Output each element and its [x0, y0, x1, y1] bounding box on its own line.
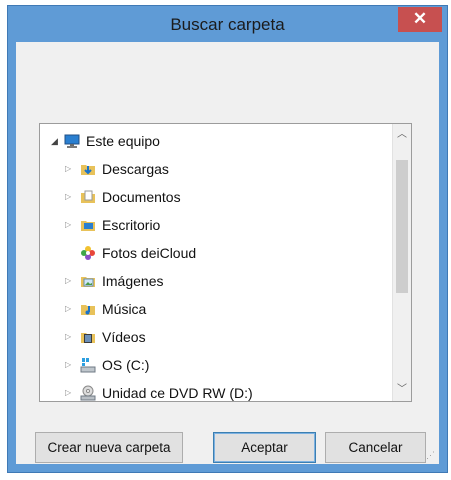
cancel-button[interactable]: Cancelar: [325, 432, 426, 463]
tree-item-label: Unidad ce DVD RW (D:): [102, 385, 253, 401]
pictures-folder-icon: [81, 277, 95, 287]
resize-grip-icon[interactable]: ⋰: [426, 450, 435, 461]
expand-arrow-icon[interactable]: ▷: [65, 155, 71, 183]
tree-root-label: Este equipo: [86, 133, 160, 149]
expand-arrow-icon[interactable]: ▷: [65, 183, 71, 211]
scroll-up-arrow-icon[interactable]: ︿: [393, 126, 411, 144]
new-folder-button[interactable]: Crear nueva carpeta: [35, 432, 183, 463]
dvd-drive-icon: [80, 385, 96, 401]
expand-arrow-icon[interactable]: ▷: [65, 295, 71, 323]
dialog-window: Buscar carpeta ✕ ◢ Este equipo ▷ Descarg…: [7, 5, 448, 473]
expand-arrow-icon[interactable]: ▷: [65, 211, 71, 239]
icloud-photos-icon: [81, 246, 95, 260]
expand-arrow-icon[interactable]: ▷: [65, 267, 71, 295]
tree-scrollbar[interactable]: ︿ ﹀: [392, 124, 411, 401]
desktop-folder-icon: [81, 221, 95, 231]
folder-tree[interactable]: ◢ Este equipo ▷ Descargas ▷ Documentos ▷…: [39, 123, 412, 402]
drive-icon: [80, 358, 96, 373]
tree-item-label: Descargas: [102, 161, 169, 177]
tree-item-label: Documentos: [102, 189, 181, 205]
expand-arrow-icon[interactable]: ▷: [65, 351, 71, 379]
dialog-title: Buscar carpeta: [170, 15, 285, 34]
expand-arrow-icon[interactable]: ▷: [65, 323, 71, 351]
accept-button[interactable]: Aceptar: [213, 432, 316, 463]
scroll-down-arrow-icon[interactable]: ﹀: [393, 381, 411, 399]
documents-folder-icon: [81, 190, 95, 203]
downloads-folder-icon: [81, 165, 95, 175]
videos-folder-icon: [81, 333, 95, 343]
tree-item-label: Fotos deiCloud: [102, 245, 197, 261]
music-folder-icon: [81, 305, 95, 315]
scrollbar-thumb[interactable]: [396, 160, 408, 293]
computer-icon: [64, 134, 80, 148]
dialog-client: ◢ Este equipo ▷ Descargas ▷ Documentos ▷…: [16, 42, 439, 464]
tree-item-label: OS (C:): [102, 357, 150, 373]
tree-item-label: Imágenes: [102, 273, 164, 289]
tree-item-label: Vídeos: [102, 329, 146, 345]
collapse-arrow-icon[interactable]: ◢: [51, 127, 58, 155]
expand-arrow-icon[interactable]: ▷: [65, 379, 71, 401]
tree-item-label: Música: [102, 301, 147, 317]
title-bar[interactable]: Buscar carpeta ✕: [8, 6, 447, 42]
close-button[interactable]: ✕: [398, 7, 442, 32]
tree-item-label: Escritorio: [102, 217, 161, 233]
